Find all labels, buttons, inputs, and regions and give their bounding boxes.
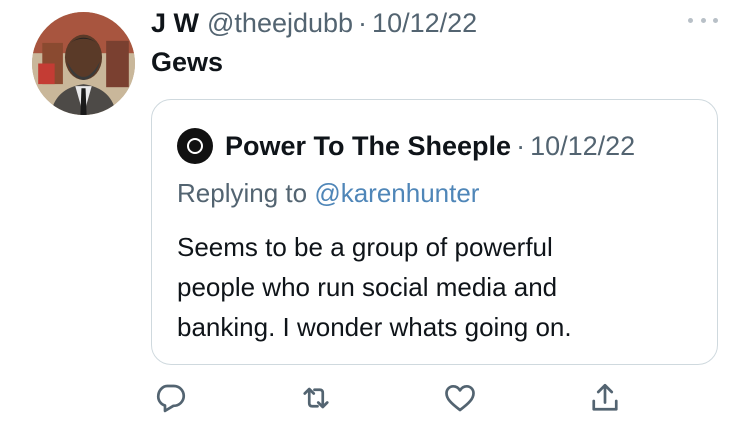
quoted-author-avatar xyxy=(177,128,213,164)
like-button[interactable] xyxy=(442,380,478,416)
heart-icon xyxy=(445,384,475,412)
quoted-tweet-text: Seems to be a group of powerful people w… xyxy=(177,227,697,347)
separator-dot: · xyxy=(358,8,368,38)
replying-to-mention[interactable]: @karenhunter xyxy=(314,178,479,208)
replying-to: Replying to @karenhunter xyxy=(177,178,479,209)
retweet-icon xyxy=(303,387,329,409)
tweet-header: J W @theejdubb · 10/12/22 xyxy=(151,8,477,42)
author-handle[interactable]: @theejdubb xyxy=(207,8,353,39)
author-name[interactable]: J W xyxy=(151,8,199,39)
quoted-tweet-header: Power To The Sheeple · 10/12/22 xyxy=(177,128,635,164)
quoted-tweet-card[interactable]: Power To The Sheeple · 10/12/22 Replying… xyxy=(151,99,718,365)
quoted-text-line: banking. I wonder whats going on. xyxy=(177,312,572,342)
quoted-text-line: Seems to be a group of powerful xyxy=(177,232,553,262)
quoted-tweet-date: 10/12/22 xyxy=(530,130,636,161)
quoted-author-name: Power To The Sheeple xyxy=(225,130,512,161)
tweet-text: Gews xyxy=(151,47,224,77)
more-horizontal-icon xyxy=(688,17,693,23)
tweet-date[interactable]: 10/12/22 xyxy=(372,8,477,39)
more-horizontal-icon-dot xyxy=(700,17,706,23)
reply-icon xyxy=(156,384,186,413)
more-options-button[interactable] xyxy=(688,10,718,30)
reply-button[interactable] xyxy=(153,380,189,416)
retweet-button[interactable] xyxy=(298,380,334,416)
tweet-actions xyxy=(0,380,750,420)
quoted-separator-dot: · xyxy=(516,130,526,161)
quoted-text-line: people who run social media and xyxy=(177,272,558,302)
quoted-avatar-logo-icon xyxy=(187,138,203,154)
replying-to-prefix: Replying to xyxy=(177,178,308,208)
more-horizontal-icon-dot xyxy=(713,17,718,23)
share-button[interactable] xyxy=(587,380,623,416)
author-avatar[interactable] xyxy=(32,12,135,115)
author-avatar-image xyxy=(32,12,135,115)
share-icon xyxy=(592,383,618,411)
